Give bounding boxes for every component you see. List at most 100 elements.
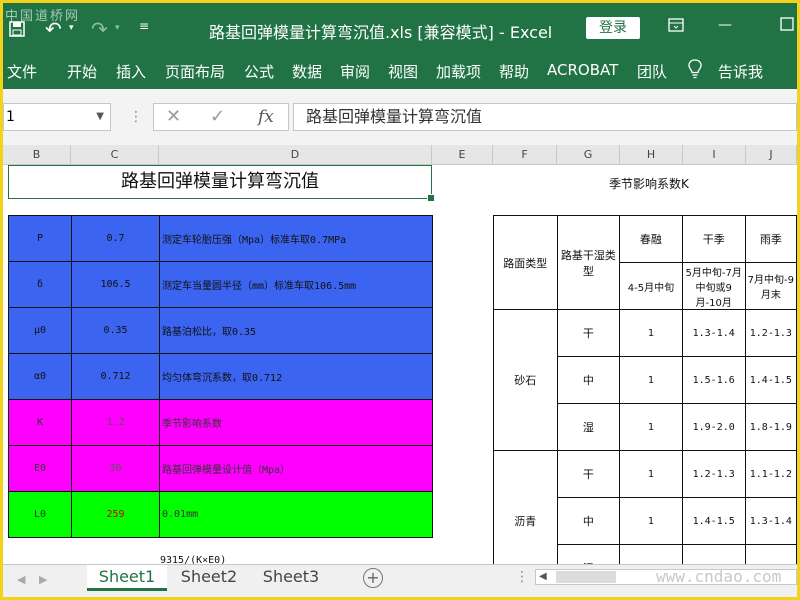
customize-qat-icon[interactable]: ≡ bbox=[139, 19, 149, 33]
fill-handle[interactable] bbox=[427, 194, 435, 202]
insert-function-icon[interactable]: fx bbox=[258, 107, 274, 127]
param-symbol-cell[interactable]: δ bbox=[8, 261, 72, 308]
road-type-cell[interactable]: 砂石 bbox=[493, 309, 558, 451]
spring-value-cell[interactable]: 1 bbox=[619, 450, 683, 498]
chevron-down-icon[interactable]: ▼ bbox=[96, 104, 104, 130]
param-symbol-cell[interactable]: μ0 bbox=[8, 307, 72, 354]
k-table-title[interactable]: 季节影响系数K bbox=[609, 175, 689, 192]
column-header-i[interactable]: I bbox=[683, 145, 746, 165]
dry-season-value-cell[interactable]: 1.8-1.9 bbox=[681, 544, 746, 564]
soil-type-cell[interactable]: 干 bbox=[556, 309, 621, 357]
rainy-season-value-cell[interactable]: 1.8-1.9 bbox=[744, 403, 797, 451]
dry-season-value-cell[interactable]: 1.3-1.4 bbox=[681, 309, 746, 357]
name-box[interactable]: 1 ▼ bbox=[3, 103, 111, 131]
header-period[interactable]: 5月中旬-7月中旬或9月-10月 bbox=[681, 262, 746, 310]
tab-help[interactable]: 帮助 bbox=[499, 61, 529, 82]
formula-note[interactable]: 9315/(K×E0) bbox=[160, 555, 226, 564]
enter-icon[interactable]: ✓ bbox=[210, 106, 225, 127]
column-header-f[interactable]: F bbox=[493, 145, 557, 165]
column-header-j[interactable]: J bbox=[746, 145, 797, 165]
redo-dropdown-icon[interactable]: ▾ bbox=[115, 23, 120, 33]
tab-file[interactable]: 文件 bbox=[7, 61, 37, 82]
param-desc-cell[interactable]: 测定车轮胎压强（Mpa）标准车取0.7MPa bbox=[159, 215, 433, 262]
ribbon-display-options-icon[interactable] bbox=[666, 17, 686, 37]
dry-season-value-cell[interactable]: 1.9-2.0 bbox=[681, 403, 746, 451]
rainy-season-value-cell[interactable]: 1.3-1.4 bbox=[744, 497, 797, 545]
selected-title-cell[interactable]: 路基回弹模量计算弯沉值 bbox=[8, 165, 435, 202]
param-symbol-cell[interactable]: α0 bbox=[8, 353, 72, 400]
param-desc-cell[interactable]: 路基回弹模量设计值（Mpa） bbox=[159, 445, 433, 492]
tell-me-search[interactable]: 告诉我 bbox=[718, 61, 763, 82]
header-period[interactable]: 7月中旬-9月末 bbox=[744, 262, 797, 310]
worksheet-grid[interactable]: 路基回弹模量计算弯沉值 P 0.7 测定车轮胎压强（Mpa）标准车取0.7MPa δ 1… bbox=[3, 165, 797, 564]
rainy-season-value-cell[interactable]: 1.7-1.8 bbox=[744, 544, 797, 564]
param-value-cell[interactable]: 259 bbox=[71, 491, 160, 538]
param-symbol-cell[interactable]: K bbox=[8, 399, 72, 446]
soil-type-cell[interactable]: 湿 bbox=[556, 403, 621, 451]
sheet-tab-2[interactable]: Sheet2 bbox=[169, 565, 249, 591]
column-header-d[interactable]: D bbox=[159, 145, 432, 165]
save-icon[interactable] bbox=[9, 21, 25, 41]
tab-review[interactable]: 审阅 bbox=[340, 61, 370, 82]
tab-view[interactable]: 视图 bbox=[388, 61, 418, 82]
soil-type-cell[interactable]: 干 bbox=[556, 450, 621, 498]
tab-insert[interactable]: 插入 bbox=[116, 61, 146, 82]
column-header-e[interactable]: E bbox=[432, 145, 493, 165]
minimize-icon[interactable]: — bbox=[715, 17, 735, 37]
param-desc-cell[interactable]: 均匀体弯沉系数，取0.712 bbox=[159, 353, 433, 400]
param-desc-cell[interactable]: 0.01mm bbox=[159, 491, 433, 538]
param-value-cell[interactable]: 1.2 bbox=[71, 399, 160, 446]
sheet-tab-1[interactable]: Sheet1 bbox=[87, 565, 167, 591]
tab-page-layout[interactable]: 页面布局 bbox=[165, 61, 225, 82]
rainy-season-value-cell[interactable]: 1.4-1.5 bbox=[744, 356, 797, 404]
header-season[interactable]: 雨季 bbox=[744, 215, 797, 263]
prev-sheet-icon[interactable]: ◀ bbox=[17, 573, 25, 586]
spring-value-cell[interactable]: 1 bbox=[619, 356, 683, 404]
soil-type-cell[interactable]: 中 bbox=[556, 356, 621, 404]
road-type-cell[interactable]: 沥青 bbox=[493, 450, 558, 564]
param-desc-cell[interactable]: 路基泊松比，取0.35 bbox=[159, 307, 433, 354]
param-value-cell[interactable]: 30 bbox=[71, 445, 160, 492]
param-symbol-cell[interactable]: L0 bbox=[8, 491, 72, 538]
param-symbol-cell[interactable]: P bbox=[8, 215, 72, 262]
undo-icon[interactable]: ↶ bbox=[45, 17, 62, 41]
next-sheet-icon[interactable]: ▶ bbox=[39, 573, 47, 586]
scroll-left-icon[interactable]: ◀ bbox=[539, 571, 547, 582]
tab-split-handle-icon[interactable]: ⋮ bbox=[515, 569, 529, 585]
rainy-season-value-cell[interactable]: 1.2-1.3 bbox=[744, 309, 797, 357]
param-symbol-cell[interactable]: E0 bbox=[8, 445, 72, 492]
tab-home[interactable]: 开始 bbox=[67, 61, 97, 82]
column-header-h[interactable]: H bbox=[620, 145, 683, 165]
tab-data[interactable]: 数据 bbox=[292, 61, 322, 82]
header-period[interactable]: 4-5月中旬 bbox=[619, 262, 683, 310]
scroll-thumb[interactable] bbox=[556, 571, 616, 583]
formula-input[interactable]: 路基回弹模量计算弯沉值 bbox=[293, 103, 797, 131]
login-button[interactable]: 登录 bbox=[586, 17, 640, 39]
spring-value-cell[interactable]: 1 bbox=[619, 544, 683, 564]
dry-season-value-cell[interactable]: 1.2-1.3 bbox=[681, 450, 746, 498]
lightbulb-icon[interactable] bbox=[687, 59, 703, 83]
spring-value-cell[interactable]: 1 bbox=[619, 497, 683, 545]
spring-value-cell[interactable]: 1 bbox=[619, 403, 683, 451]
soil-type-cell[interactable]: 湿 bbox=[556, 544, 621, 564]
param-desc-cell[interactable]: 季节影响系数 bbox=[159, 399, 433, 446]
header-season[interactable]: 春融 bbox=[619, 215, 683, 263]
maximize-icon[interactable] bbox=[777, 17, 797, 37]
dry-season-value-cell[interactable]: 1.4-1.5 bbox=[681, 497, 746, 545]
dry-season-value-cell[interactable]: 1.5-1.6 bbox=[681, 356, 746, 404]
param-value-cell[interactable]: 106.5 bbox=[71, 261, 160, 308]
sheet-tab-3[interactable]: Sheet3 bbox=[251, 565, 331, 591]
param-value-cell[interactable]: 0.712 bbox=[71, 353, 160, 400]
column-header-b[interactable]: B bbox=[3, 145, 71, 165]
param-value-cell[interactable]: 0.7 bbox=[71, 215, 160, 262]
header-road-type[interactable]: 路面类型 bbox=[493, 215, 558, 310]
redo-icon[interactable]: ↷ bbox=[91, 17, 108, 41]
param-value-cell[interactable]: 0.35 bbox=[71, 307, 160, 354]
tab-acrobat[interactable]: ACROBAT bbox=[547, 61, 618, 79]
soil-type-cell[interactable]: 中 bbox=[556, 497, 621, 545]
tab-formulas[interactable]: 公式 bbox=[244, 61, 274, 82]
formula-bar-resize-icon[interactable]: ⋮ bbox=[129, 109, 143, 125]
undo-dropdown-icon[interactable]: ▾ bbox=[69, 23, 74, 33]
add-sheet-icon[interactable]: + bbox=[363, 568, 383, 588]
rainy-season-value-cell[interactable]: 1.1-1.2 bbox=[744, 450, 797, 498]
